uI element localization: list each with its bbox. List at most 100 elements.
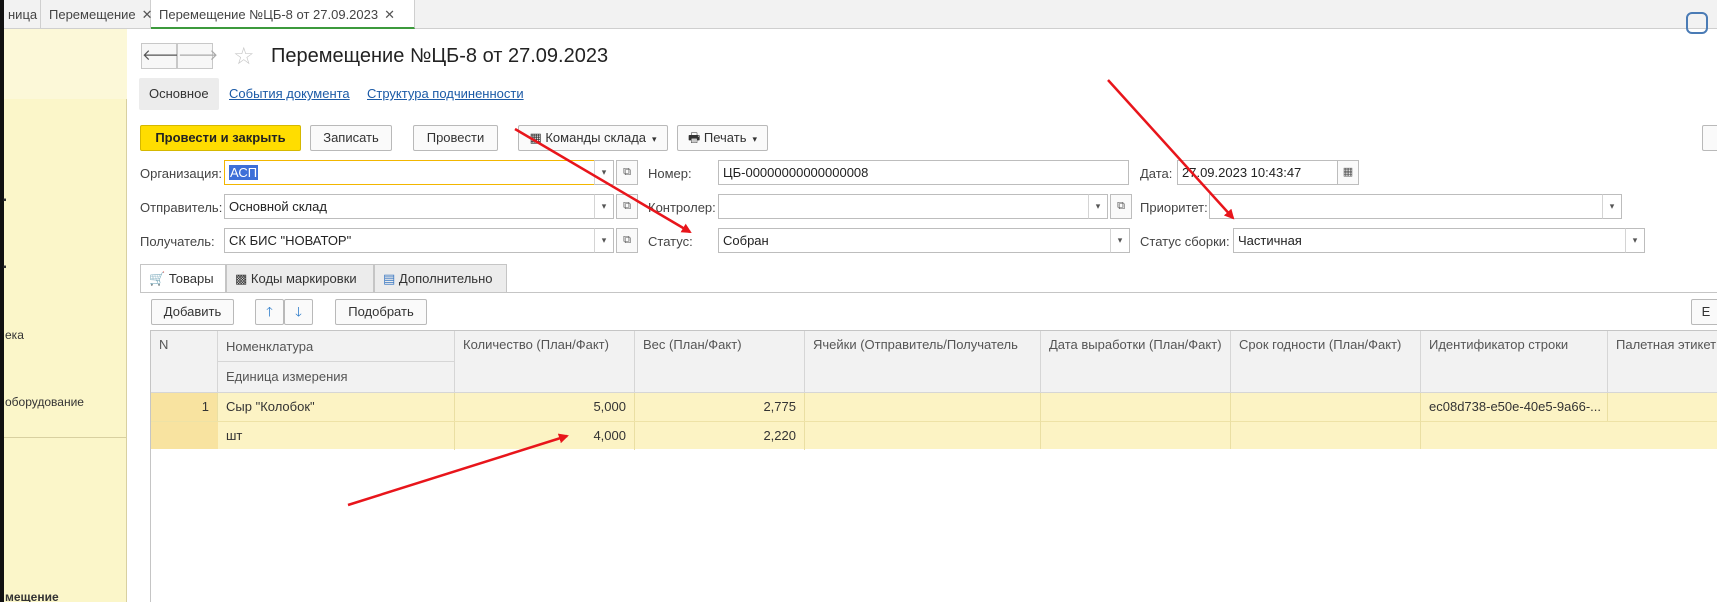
post-button[interactable]: Провести [413, 125, 498, 151]
column-header-expiry[interactable]: Срок годности (План/Факт) [1231, 331, 1421, 393]
sidebar-item[interactable]: мещение [5, 590, 59, 602]
cart-icon: 🛒 [149, 271, 166, 286]
sidebar-item[interactable]: оборудование [5, 395, 84, 409]
row-id[interactable]: ec08d738-e50e-40e5-9a66-... [1421, 393, 1608, 421]
save-button[interactable]: Записать [310, 125, 392, 151]
chevron-down-icon: ▾ [652, 134, 657, 144]
screenshot-scan-icon[interactable] [1686, 12, 1708, 34]
column-header-label: Палетная этикет [1616, 337, 1717, 352]
forward-button[interactable]: 🡒 [177, 43, 218, 69]
date-field[interactable]: 27.09.2023 10:43:47 [1177, 160, 1339, 185]
chevron-down-icon: ▾ [1095, 201, 1101, 211]
tab-additional[interactable]: ▤ Дополнительно [374, 264, 507, 292]
status-dropdown[interactable]: ▾ [1110, 228, 1130, 253]
tab-additional-label: Дополнительно [398, 271, 493, 286]
open-icon: ⧉ [623, 200, 631, 212]
more-button[interactable] [1702, 125, 1717, 151]
sender-open-button[interactable]: ⧉ [616, 194, 638, 219]
status-field[interactable]: Собран [718, 228, 1111, 253]
more-actions-button[interactable]: Е [1691, 299, 1717, 325]
organization-field[interactable]: АСП [224, 160, 597, 185]
receiver-open-button[interactable]: ⧉ [616, 228, 638, 253]
document-icon: ▤ [383, 271, 396, 286]
qr-code-icon: ▩ [235, 271, 248, 286]
subtab-main[interactable]: Основное [139, 78, 219, 110]
number-label: Номер: [648, 166, 692, 181]
tab-transfer-document[interactable]: Перемещение №ЦБ-8 от 27.09.2023 ✕ [151, 0, 415, 29]
tab-home[interactable]: ница [0, 0, 41, 29]
arrow-right-icon: 🡒 [178, 47, 219, 64]
organization-dropdown[interactable]: ▾ [594, 160, 614, 185]
column-header-n[interactable]: N [151, 331, 218, 393]
sidebar-marker: ▪ [3, 262, 7, 273]
subtab-events[interactable]: События документа [229, 78, 350, 110]
column-header-label: N [159, 337, 169, 352]
row-expiry[interactable] [1231, 393, 1421, 449]
organization-open-button[interactable]: ⧉ [616, 160, 638, 185]
column-header-label: Номенклатура [218, 331, 454, 362]
row-weight-fact[interactable]: 2,220 [635, 422, 805, 450]
column-header-pallet-label[interactable]: Палетная этикет [1608, 331, 1717, 393]
row-qty-fact[interactable]: 4,000 [455, 422, 635, 450]
close-icon[interactable]: ✕ [384, 7, 395, 22]
subtab-structure[interactable]: Структура подчиненности [367, 78, 524, 110]
row-qty-plan[interactable]: 5,000 [455, 393, 635, 421]
chevron-down-icon: ▾ [601, 235, 607, 245]
sidebar-item[interactable]: ека [5, 328, 24, 342]
column-header-label: Ячейки (Отправитель/Получатель [813, 337, 1018, 352]
calendar-button[interactable]: ▦ [1337, 160, 1359, 185]
assembly-status-dropdown[interactable]: ▾ [1625, 228, 1645, 253]
controller-field[interactable] [718, 194, 1091, 219]
sender-label: Отправитель: [140, 200, 223, 215]
print-button[interactable]: 🖶 Печать ▾ [677, 125, 768, 151]
number-field[interactable]: ЦБ-00000000000000008 [718, 160, 1129, 185]
tab-transfer-list[interactable]: Перемещение ✕ [41, 0, 153, 29]
controller-dropdown[interactable]: ▾ [1088, 194, 1108, 219]
column-header-quantity[interactable]: Количество (План/Факт) [455, 331, 635, 393]
row-nomenclature[interactable]: Сыр "Колобок" [218, 393, 455, 421]
move-down-button[interactable]: 🡓 [284, 299, 313, 325]
priority-dropdown[interactable]: ▾ [1602, 194, 1622, 219]
column-header-production-date[interactable]: Дата выработки (План/Факт) [1041, 331, 1231, 393]
row-weight-plan[interactable]: 2,775 [635, 393, 805, 421]
receiver-dropdown[interactable]: ▾ [594, 228, 614, 253]
star-icon[interactable]: ☆ [233, 42, 255, 71]
priority-field[interactable] [1209, 194, 1610, 219]
row-cells[interactable] [805, 393, 1041, 449]
tab-divider [140, 292, 1717, 293]
printer-icon: 🖶 [687, 130, 701, 145]
open-icon: ⧉ [623, 234, 631, 246]
row-production-date[interactable] [1041, 393, 1231, 449]
open-icon: ⧉ [1117, 200, 1125, 212]
sender-field[interactable]: Основной склад [224, 194, 597, 219]
move-up-button[interactable]: 🡑 [255, 299, 284, 325]
column-header-weight[interactable]: Вес (План/Факт) [635, 331, 805, 393]
pick-button[interactable]: Подобрать [335, 299, 427, 325]
tab-goods[interactable]: 🛒 Товары [140, 264, 226, 293]
column-header-row-id[interactable]: Идентификатор строки [1421, 331, 1608, 393]
receiver-field[interactable]: СК БИС "НОВАТОР" [224, 228, 597, 253]
post-and-close-button[interactable]: Провести и закрыть [140, 125, 301, 151]
sender-dropdown[interactable]: ▾ [594, 194, 614, 219]
organization-label: Организация: [140, 166, 223, 181]
row-number: 1 [151, 393, 218, 421]
add-button[interactable]: Добавить [151, 299, 234, 325]
column-header-nomenclature[interactable]: Номенклатура Единица измерения [218, 331, 455, 393]
chevron-down-icon: ▾ [1632, 235, 1638, 245]
row-pallet-label[interactable] [1608, 393, 1717, 449]
organization-value: АСП [229, 165, 259, 180]
arrow-down-icon: 🡓 [295, 304, 302, 319]
assembly-status-field[interactable]: Частичная [1233, 228, 1633, 253]
back-button[interactable]: 🡐 [141, 43, 182, 69]
controller-open-button[interactable]: ⧉ [1110, 194, 1132, 219]
sidebar-marker: ▪ [3, 195, 7, 206]
column-header-label: Единица измерения [226, 369, 348, 384]
tab-marking-codes[interactable]: ▩ Коды маркировки [226, 264, 374, 292]
column-header-cells[interactable]: Ячейки (Отправитель/Получатель [805, 331, 1041, 393]
tab-label: Перемещение №ЦБ-8 от 27.09.2023 [159, 7, 379, 22]
warehouse-commands-button[interactable]: ▦ Команды склада ▾ [518, 125, 668, 151]
column-header-label: Количество (План/Факт) [463, 337, 609, 352]
tab-marking-codes-label: Коды маркировки [250, 271, 357, 286]
assembly-status-label: Статус сборки: [1140, 234, 1230, 249]
row-unit[interactable]: шт [218, 422, 455, 450]
